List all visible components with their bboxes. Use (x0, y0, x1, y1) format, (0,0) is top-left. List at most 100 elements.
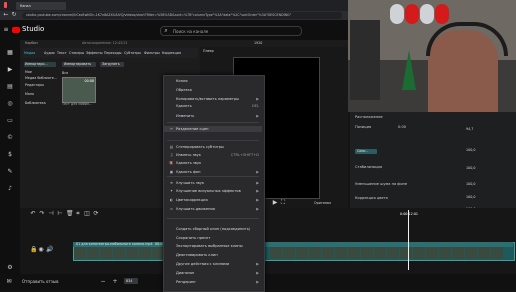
context-menu-item[interactable]: ▤ Сгенерировать субтитры (164, 145, 262, 150)
delete-icon[interactable]: 🗑 (66, 211, 74, 217)
youtube-logo-icon[interactable] (12, 27, 20, 33)
trim-icon[interactable]: ⊢ (57, 211, 63, 217)
mirror-icon[interactable]: ◫ (84, 211, 90, 217)
tab-media[interactable]: Медиа (24, 51, 35, 55)
zoom-out-icon[interactable]: − (100, 279, 106, 285)
props-stabilization[interactable]: Стабилизация (355, 165, 382, 169)
back-arrow-icon[interactable]: ← (3, 12, 9, 18)
props-position-value[interactable]: 0:00 (398, 125, 406, 129)
context-menu-item[interactable]: ✂ Разделение сцен (164, 127, 262, 132)
crop-icon[interactable]: ⌗ (75, 211, 81, 217)
context-menu-item[interactable]: Обрезка (164, 88, 262, 93)
split-icon[interactable]: ⊣ (48, 211, 54, 217)
earn-icon[interactable]: $ (6, 152, 14, 158)
tab-filters[interactable]: Фильтры (144, 51, 160, 55)
analytics-icon[interactable]: ▤ (6, 84, 14, 90)
value-row-3[interactable]: 100,0 (466, 166, 475, 170)
tab-audio[interactable]: Аудио (44, 51, 55, 55)
value-row-5[interactable]: 100,0 (466, 195, 475, 199)
speaker-icon[interactable]: 🔊 (46, 247, 53, 253)
playhead[interactable] (408, 210, 409, 270)
context-menu-item[interactable]: Сохранить пресет (164, 236, 262, 241)
tab-subtitles[interactable]: Субтитры (124, 51, 141, 55)
context-menu-item-label: Извлечь звук (176, 153, 201, 157)
context-menu-item[interactable]: ✦ Улучшение визуальных эффектов ▶ (164, 189, 262, 194)
context-menu-item[interactable]: Деактивировать клип (164, 253, 262, 258)
upload-button[interactable]: Загрузить (100, 62, 124, 67)
media-editors-item[interactable]: Редакторы (25, 83, 44, 87)
menu-hamburger-icon[interactable]: ≡ (3, 27, 9, 33)
props-title: Расположение (355, 115, 383, 119)
webcam-overlay (348, 0, 516, 112)
value-row-2[interactable]: 100,0 (466, 148, 475, 152)
context-menu-item[interactable]: ♫ Извлечь звук CTRL+SHIFT+D (164, 153, 262, 158)
import-button[interactable]: Импортировать (62, 62, 96, 67)
community-icon[interactable]: ◎ (6, 101, 14, 107)
fullscreen-icon[interactable]: ⛶ (280, 200, 286, 206)
timeline-toolbar: ↶ ↷ ⊣ ⊢ 🗑 ⌗ ◫ ⟳ (30, 211, 180, 217)
media-mono-item[interactable]: Моно (25, 92, 34, 96)
media-thumbnail[interactable]: 00:08 (62, 77, 96, 103)
customization-icon[interactable]: ✎ (6, 169, 14, 175)
channel-search[interactable]: ⌕ Поиск на канале (160, 26, 302, 36)
settings-gear-icon[interactable]: ⚙ (6, 265, 14, 271)
context-menu-item[interactable]: ▣ Удалить фон ▶ (164, 170, 262, 175)
active-tab[interactable]: Канал (16, 2, 66, 10)
redo-icon[interactable]: ↷ (39, 211, 45, 217)
props-noise-reduction[interactable]: Уменьшение шума на фоне (355, 182, 407, 186)
zoom-field[interactable]: 834 (124, 278, 138, 284)
context-menu-item[interactable]: Копия (164, 79, 262, 84)
studio-sidebar: ▦ ▶ ▤ ◎ ▭ © $ ✎ ♪ ⚙ (0, 40, 20, 290)
subtitles-icon[interactable]: ▭ (6, 118, 14, 124)
context-menu-item[interactable]: Создать сборный клип (подсоединить) (164, 227, 262, 232)
context-menu-item-icon (169, 253, 174, 257)
context-menu-item-label: Другие действия с клипами (176, 262, 230, 266)
props-color-correction[interactable]: Коррекция цвета (355, 196, 388, 200)
tab-text[interactable]: Текст (57, 51, 67, 55)
context-menu-item[interactable]: Другие действия с клипами ▶ (164, 262, 262, 267)
media-library2-item[interactable]: Библиотека (25, 101, 46, 105)
tab-transitions[interactable]: Переходы (104, 51, 121, 55)
tab-effects[interactable]: Эффекты (86, 51, 102, 55)
context-menu-item[interactable]: Изменить ▶ (164, 114, 262, 119)
autosave-status: Автосохранение: 12:43:22 (82, 41, 128, 45)
lock-icon[interactable]: 🔒 (30, 247, 37, 253)
window-close-dot[interactable] (4, 2, 7, 8)
audio-library-icon[interactable]: ♪ (6, 186, 14, 192)
tab-stickers[interactable]: Стикеры (69, 51, 84, 55)
player-label: Плеер (203, 49, 214, 53)
context-menu-item[interactable]: ◐ Цветокоррекция ▶ (164, 198, 262, 203)
undo-icon[interactable]: ↶ (30, 211, 36, 217)
aspect-ratio-label[interactable]: Оригинал (314, 201, 331, 205)
refresh-icon[interactable]: ↻ (11, 12, 17, 18)
url-field[interactable]: studio.youtube.com/channel/UCezEwNOn-1K7… (22, 12, 342, 19)
context-menu-item[interactable]: 🔇 Удалить звук (164, 161, 262, 166)
copyright-icon[interactable]: © (6, 135, 14, 141)
browser-tab-strip: Канал (0, 0, 348, 11)
value-row-4[interactable]: 100,0 (466, 182, 475, 186)
eye-icon[interactable]: ◉ (38, 247, 44, 253)
content-icon[interactable]: ▶ (6, 67, 14, 73)
value-row-1[interactable]: 94,7 (466, 127, 473, 131)
send-feedback-link[interactable]: Отправить отзыв (22, 279, 58, 284)
context-menu-item[interactable]: Экспортировать выбранные клипы (164, 244, 262, 249)
media-filter-all[interactable]: Все (62, 71, 68, 75)
zoom-in-icon[interactable]: + (112, 279, 118, 285)
context-menu-item[interactable]: ≈ Улучшить движения ▶ (164, 207, 262, 212)
context-menu-item[interactable]: ≋ Улучшить звук ▶ (164, 181, 262, 186)
context-menu-item[interactable]: Рендеринг ▶ (164, 280, 262, 285)
rotate-icon[interactable]: ⟳ (93, 211, 99, 217)
media-library-item[interactable]: Медиа библиоте... (25, 76, 57, 80)
clip-frame (139, 247, 152, 259)
context-menu-item[interactable]: Диапазон ▶ (164, 271, 262, 276)
context-menu-item[interactable]: Удалить DEL (164, 104, 262, 109)
dashboard-icon[interactable]: ▦ (6, 50, 14, 56)
feedback-icon[interactable]: ✉ (6, 279, 12, 285)
props-color-chip[interactable]: Color... (355, 149, 377, 154)
media-my-item[interactable]: Мое (25, 70, 32, 74)
context-menu-item-icon (169, 79, 174, 83)
tab-correction[interactable]: Коррекция (162, 51, 181, 55)
media-import-item[interactable]: Импортиро... (24, 62, 56, 67)
context-menu-item[interactable]: Копировать/вставить параметры ▶ (164, 97, 262, 102)
play-icon[interactable]: ▶ (272, 200, 278, 206)
